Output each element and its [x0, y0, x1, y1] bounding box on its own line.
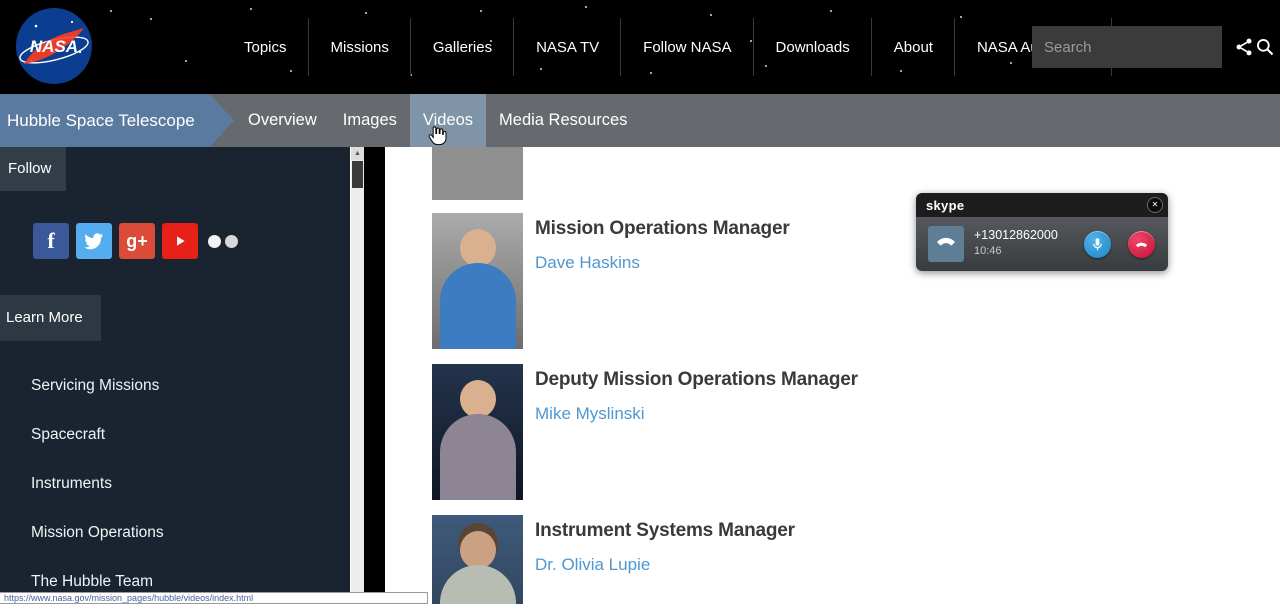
partial-photo-thumbnail	[432, 147, 523, 200]
search-icon[interactable]	[1255, 37, 1275, 57]
skype-logo: skype	[926, 197, 965, 213]
person-name-link[interactable]: Dave Haskins	[535, 253, 790, 273]
person-text: Mission Operations Manager Dave Haskins	[523, 213, 790, 349]
section-navigation-bar: Hubble Space Telescope Overview Images V…	[0, 94, 1280, 147]
learn-more-label[interactable]: Learn More	[0, 295, 101, 341]
person-photo[interactable]	[432, 213, 523, 349]
gplus-glyph: g+	[126, 230, 148, 251]
flickr-dot-right	[225, 234, 238, 248]
tab-videos[interactable]: Videos	[409, 94, 487, 147]
scrollbar-thumb[interactable]	[352, 161, 363, 188]
top-navigation-bar: NASA Topics Missions Galleries NASA TV F…	[0, 0, 1280, 94]
youtube-icon[interactable]	[162, 223, 198, 259]
skype-call-widget: skype ✕ +13012862000 10:46	[916, 193, 1168, 271]
tab-overview[interactable]: Overview	[235, 94, 330, 147]
sidebar-item-instruments[interactable]: Instruments	[0, 459, 350, 508]
microphone-button[interactable]	[1084, 231, 1111, 258]
person-photo[interactable]	[432, 515, 523, 604]
person-text: Deputy Mission Operations Manager Mike M…	[523, 364, 858, 500]
top-nav-menu: Topics Missions Galleries NASA TV Follow…	[222, 0, 1113, 94]
search-input[interactable]	[1032, 38, 1255, 56]
share-icon[interactable]	[1234, 37, 1254, 57]
search-box	[1032, 26, 1274, 68]
caller-number: +13012862000	[974, 228, 1058, 242]
nasa-logo[interactable]: NASA	[14, 6, 94, 86]
call-time: 10:46	[974, 245, 1002, 257]
sidebar-item-spacecraft[interactable]: Spacecraft	[0, 410, 350, 459]
nav-item-missions[interactable]: Missions	[309, 0, 412, 94]
person-row: Deputy Mission Operations Manager Mike M…	[432, 364, 1052, 500]
svg-text:NASA: NASA	[30, 37, 78, 56]
scroll-up-arrow[interactable]: ▲	[351, 147, 364, 160]
flickr-dot-left	[208, 234, 221, 248]
phone-icon	[928, 226, 964, 262]
hang-up-icon	[1135, 242, 1148, 248]
skype-body: +13012862000 10:46	[916, 217, 1168, 271]
hang-up-button[interactable]	[1128, 231, 1155, 258]
page: NASA Topics Missions Galleries NASA TV F…	[0, 0, 1280, 604]
nav-item-nasa-tv[interactable]: NASA TV	[514, 0, 622, 94]
facebook-glyph: f	[47, 228, 55, 253]
microphone-icon	[1093, 238, 1102, 251]
twitter-icon[interactable]	[76, 223, 112, 259]
nav-item-about[interactable]: About	[872, 0, 956, 94]
play-icon	[177, 236, 185, 246]
vertical-scrollbar[interactable]: ▲	[351, 147, 364, 604]
twitter-bird-icon	[84, 233, 104, 250]
skype-header: skype	[916, 193, 1168, 217]
status-bar-url: https://www.nasa.gov/mission_pages/hubbl…	[0, 592, 428, 604]
section-title-chevron[interactable]: Hubble Space Telescope	[0, 94, 234, 147]
tab-media-resources[interactable]: Media Resources	[486, 94, 640, 147]
tab-images[interactable]: Images	[330, 94, 410, 147]
person-name-link[interactable]: Mike Myslinski	[535, 404, 858, 424]
sidebar-menu: Servicing Missions Spacecraft Instrument…	[0, 361, 350, 604]
section-tabs: Overview Images Videos Media Resources	[235, 94, 640, 147]
content-divider	[364, 147, 385, 604]
person-title: Deputy Mission Operations Manager	[535, 369, 858, 390]
nav-item-follow-nasa[interactable]: Follow NASA	[621, 0, 754, 94]
nav-item-galleries[interactable]: Galleries	[411, 0, 515, 94]
google-plus-icon[interactable]: g+	[119, 223, 155, 259]
follow-label: Follow	[0, 147, 66, 191]
close-icon[interactable]: ✕	[1147, 197, 1163, 213]
sidebar-item-servicing-missions[interactable]: Servicing Missions	[0, 361, 350, 410]
social-icons-row: f g+	[33, 223, 241, 259]
person-name-link[interactable]: Dr. Olivia Lupie	[535, 555, 795, 575]
person-title: Mission Operations Manager	[535, 218, 790, 239]
person-title: Instrument Systems Manager	[535, 520, 795, 541]
nav-item-topics[interactable]: Topics	[222, 0, 309, 94]
nav-item-downloads[interactable]: Downloads	[754, 0, 872, 94]
star-decoration	[110, 10, 112, 12]
facebook-icon[interactable]: f	[33, 223, 69, 259]
person-text: Instrument Systems Manager Dr. Olivia Lu…	[523, 515, 795, 604]
person-photo[interactable]	[432, 364, 523, 500]
person-row: Instrument Systems Manager Dr. Olivia Lu…	[432, 515, 1052, 604]
sidebar: Follow f g+ Learn More Servicing Mission…	[0, 147, 350, 604]
sidebar-item-mission-operations[interactable]: Mission Operations	[0, 508, 350, 557]
flickr-icon[interactable]	[205, 223, 241, 259]
